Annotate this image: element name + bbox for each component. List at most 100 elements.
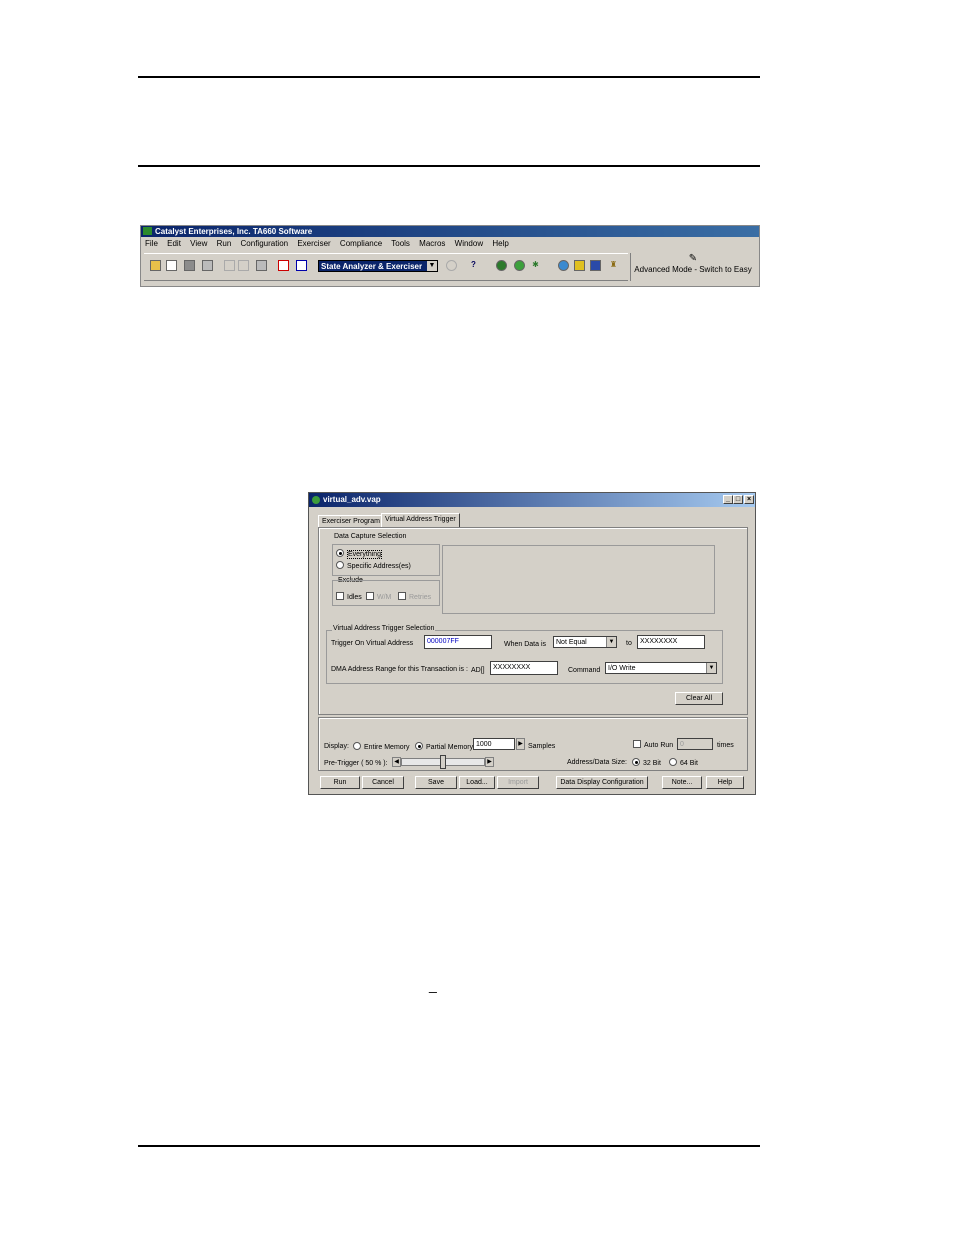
menu-run[interactable]: Run — [217, 239, 232, 248]
bar-chart-icon[interactable] — [574, 260, 585, 271]
checkbox-retries[interactable]: Retries — [398, 592, 431, 602]
app-window: Catalyst Enterprises, Inc. TA660 Softwar… — [140, 225, 760, 287]
cancel-button[interactable]: Cancel — [362, 776, 404, 789]
chevron-down-icon[interactable]: ▼ — [706, 663, 716, 673]
checkbox-idles[interactable]: Idles — [336, 592, 362, 602]
save-button[interactable]: Save — [415, 776, 457, 789]
radio-partial-memory[interactable]: Partial Memory — [415, 742, 473, 752]
mode-select-value: State Analyzer & Exerciser — [321, 262, 423, 271]
clear-all-button[interactable]: Clear All — [675, 692, 723, 705]
paste-icon[interactable] — [256, 260, 267, 271]
open-folder-icon[interactable] — [150, 260, 161, 271]
load-button[interactable]: Load... — [459, 776, 495, 789]
auto-run-box — [633, 740, 641, 748]
app-title-bar: Catalyst Enterprises, Inc. TA660 Softwar… — [141, 226, 759, 237]
menu-tools[interactable]: Tools — [391, 239, 410, 248]
minimize-icon[interactable]: _ — [723, 495, 733, 504]
maximize-icon[interactable]: □ — [733, 495, 743, 504]
radio-32bit-dot — [632, 758, 640, 766]
addr-size-label: Address/Data Size: — [567, 759, 627, 766]
save-disk-icon[interactable] — [184, 260, 195, 271]
print-icon[interactable] — [202, 260, 213, 271]
wand-icon: ✎ — [688, 253, 698, 264]
footer-rule — [138, 1145, 760, 1147]
probe-icon[interactable]: ♜ — [608, 260, 619, 271]
adb-label: AD[] — [471, 667, 485, 674]
pretrigger-left-icon[interactable]: ◀ — [392, 757, 401, 767]
trigger-icon[interactable] — [514, 260, 525, 271]
target-icon[interactable] — [558, 260, 569, 271]
switch-mode-button[interactable]: ✎ Advanced Mode - Switch to Easy — [630, 253, 755, 281]
switch-mode-label: Advanced Mode - Switch to Easy — [634, 265, 752, 274]
to-value-input[interactable]: XXXXXXXX — [637, 635, 705, 649]
dialog-window: virtual_adv.vap _ □ × Exerciser Program … — [308, 492, 756, 795]
radio-specific-addresses[interactable]: Specific Address(es) — [336, 561, 411, 571]
help-button[interactable]: Help — [706, 776, 744, 789]
stop-icon[interactable] — [446, 260, 457, 271]
cut-icon[interactable] — [224, 260, 235, 271]
menu-edit[interactable]: Edit — [167, 239, 181, 248]
radio-partial-dot — [415, 742, 423, 750]
app-title: Catalyst Enterprises, Inc. TA660 Softwar… — [155, 227, 313, 236]
dma-range-label: DMA Address Range for this Transaction i… — [331, 666, 468, 673]
pretrigger-right-icon[interactable]: ▶ — [485, 757, 494, 767]
samples-input[interactable]: 1000 — [473, 738, 515, 750]
chevron-down-icon[interactable]: ▼ — [606, 637, 616, 647]
samples-stepper-icon[interactable]: ▶ — [516, 738, 525, 750]
menu-macros[interactable]: Macros — [419, 239, 445, 248]
context-help-icon[interactable]: ? — [468, 260, 479, 271]
radio-32bit[interactable]: 32 Bit — [632, 758, 661, 768]
checkbox-auto-run[interactable]: Auto Run — [633, 740, 673, 750]
radio-specific-dot — [336, 561, 344, 569]
open-file-icon[interactable] — [166, 260, 177, 271]
menu-exerciser[interactable]: Exerciser — [297, 239, 330, 248]
tab-virtual-address-trigger[interactable]: Virtual Address Trigger — [381, 513, 460, 528]
radio-64bit-dot — [669, 758, 677, 766]
radio-everything-dot — [336, 549, 344, 557]
data-capture-label: Data Capture Selection — [334, 533, 407, 540]
auto-run-count-input[interactable]: 0 — [677, 738, 713, 750]
stats-icon[interactable] — [590, 260, 601, 271]
menu-bar: File Edit View Run Configuration Exercis… — [141, 237, 759, 250]
calendar-icon[interactable] — [296, 260, 307, 271]
header-rule — [138, 165, 760, 167]
note-button[interactable]: Note... — [662, 776, 702, 789]
radio-entire-dot — [353, 742, 361, 750]
command-select[interactable]: I/O Write ▼ — [605, 662, 717, 674]
underscore-mark: _ — [429, 977, 437, 993]
when-data-label: When Data is — [504, 641, 547, 648]
checkbox-wm[interactable]: W/M — [366, 592, 391, 602]
samples-label: Samples — [528, 743, 556, 750]
when-data-select[interactable]: Not Equal ▼ — [553, 636, 617, 648]
radio-64bit[interactable]: 64 Bit — [669, 758, 698, 768]
capture-detail-area — [442, 545, 715, 614]
menu-help[interactable]: Help — [492, 239, 508, 248]
adb-input[interactable]: XXXXXXXX — [490, 661, 558, 675]
dialog-title: virtual_adv.vap — [323, 495, 381, 504]
app-icon — [143, 227, 152, 235]
menu-view[interactable]: View — [190, 239, 207, 248]
menu-compliance[interactable]: Compliance — [340, 239, 382, 248]
menu-configuration[interactable]: Configuration — [241, 239, 289, 248]
top-rule — [138, 76, 760, 78]
run-button[interactable]: Run — [320, 776, 360, 789]
record-icon[interactable] — [496, 260, 507, 271]
pretrigger-label: Pre-Trigger ( 50 % ): — [324, 760, 388, 767]
menu-window[interactable]: Window — [455, 239, 483, 248]
data-display-config-button[interactable]: Data Display Configuration — [556, 776, 648, 789]
import-button[interactable]: Import — [497, 776, 539, 789]
pretrigger-thumb[interactable] — [440, 755, 446, 769]
retries-box — [398, 592, 406, 600]
dialog-icon — [312, 496, 320, 504]
trigger-address-input[interactable]: 000007FF — [424, 635, 492, 649]
tools-icon[interactable]: ✱ — [530, 260, 541, 271]
trigger-label: Trigger On Virtual Address — [331, 640, 414, 647]
run-script-icon[interactable] — [278, 260, 289, 271]
radio-entire-memory[interactable]: Entire Memory — [353, 742, 410, 752]
chevron-down-icon[interactable]: ▼ — [427, 261, 437, 271]
menu-file[interactable]: File — [145, 239, 158, 248]
close-icon[interactable]: × — [744, 495, 754, 504]
radio-everything[interactable]: Everything — [336, 549, 383, 559]
mode-select[interactable]: State Analyzer & Exerciser ▼ — [318, 260, 438, 272]
copy-icon[interactable] — [238, 260, 249, 271]
